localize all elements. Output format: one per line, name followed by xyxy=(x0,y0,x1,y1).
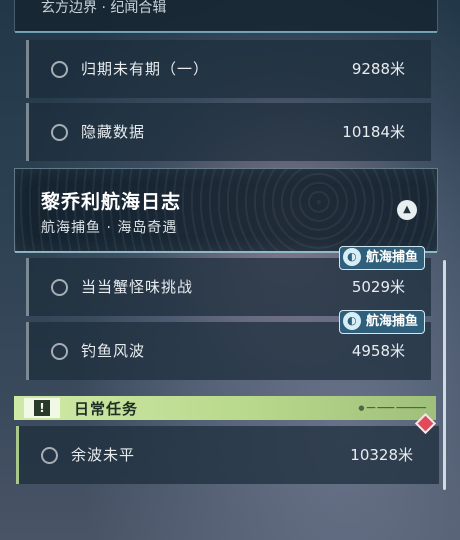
scrollbar[interactable] xyxy=(443,260,446,490)
chevron-up-icon[interactable]: ▲ xyxy=(397,200,417,220)
quest-distance: 5029米 xyxy=(351,278,405,296)
quest-name: 钓鱼风波 xyxy=(81,342,146,360)
quest-name: 余波未平 xyxy=(71,446,136,464)
daily-quests-header[interactable]: ! 日常任务 ● ━━ ━━━━ ━━━━━━━ xyxy=(14,396,436,420)
quest-row[interactable]: 隐藏数据 10184米 xyxy=(26,103,431,161)
quest-distance: 9288米 xyxy=(351,60,405,78)
header-decoration: ● ━━ ━━━━ ━━━━━━━ xyxy=(358,404,426,412)
quest-name: 当当蟹怪味挑战 xyxy=(81,278,194,296)
quest-name: 隐藏数据 xyxy=(81,123,146,141)
quest-row[interactable]: ◐ 航海捕鱼 钓鱼风波 4958米 xyxy=(26,310,431,380)
previous-chapter-header[interactable]: 玄方边界 · 纪闻合辑 xyxy=(14,0,438,33)
fishing-icon: ◐ xyxy=(342,248,361,266)
activity-tag: ◐ 航海捕鱼 xyxy=(338,246,425,270)
quest-distance: 10328米 xyxy=(350,446,413,464)
chapter-title: 黎乔利航海日志 xyxy=(41,191,182,213)
quest-status-circle-icon xyxy=(51,279,68,296)
fishing-icon: ◐ xyxy=(342,312,361,330)
quest-status-circle-icon xyxy=(51,343,68,360)
quest-distance: 10184米 xyxy=(342,123,405,141)
quest-row[interactable]: 归期未有期（一） 9288米 xyxy=(26,40,431,98)
quest-status-circle-icon xyxy=(41,447,58,464)
quest-status-circle-icon xyxy=(51,61,68,78)
quest-row[interactable]: ◐ 航海捕鱼 当当蟹怪味挑战 5029米 xyxy=(26,246,431,316)
quest-distance: 4958米 xyxy=(351,342,405,360)
daily-quests-title: 日常任务 xyxy=(74,400,139,418)
chapter-header[interactable]: 黎乔利航海日志 航海捕鱼 · 海岛奇遇 ▲ xyxy=(14,168,438,253)
activity-tag: ◐ 航海捕鱼 xyxy=(338,310,425,334)
previous-chapter-subtitle: 玄方边界 · 纪闻合辑 xyxy=(41,0,167,16)
activity-tag-label: 航海捕鱼 xyxy=(365,250,418,265)
quest-status-circle-icon xyxy=(51,124,68,141)
divider xyxy=(15,31,437,33)
activity-tag-label: 航海捕鱼 xyxy=(365,314,418,329)
chapter-subtitle: 航海捕鱼 · 海岛奇遇 xyxy=(41,220,178,236)
quest-name: 归期未有期（一） xyxy=(81,60,210,78)
quest-row[interactable]: 余波未平 10328米 xyxy=(16,412,439,484)
alert-icon: ! xyxy=(24,398,60,418)
